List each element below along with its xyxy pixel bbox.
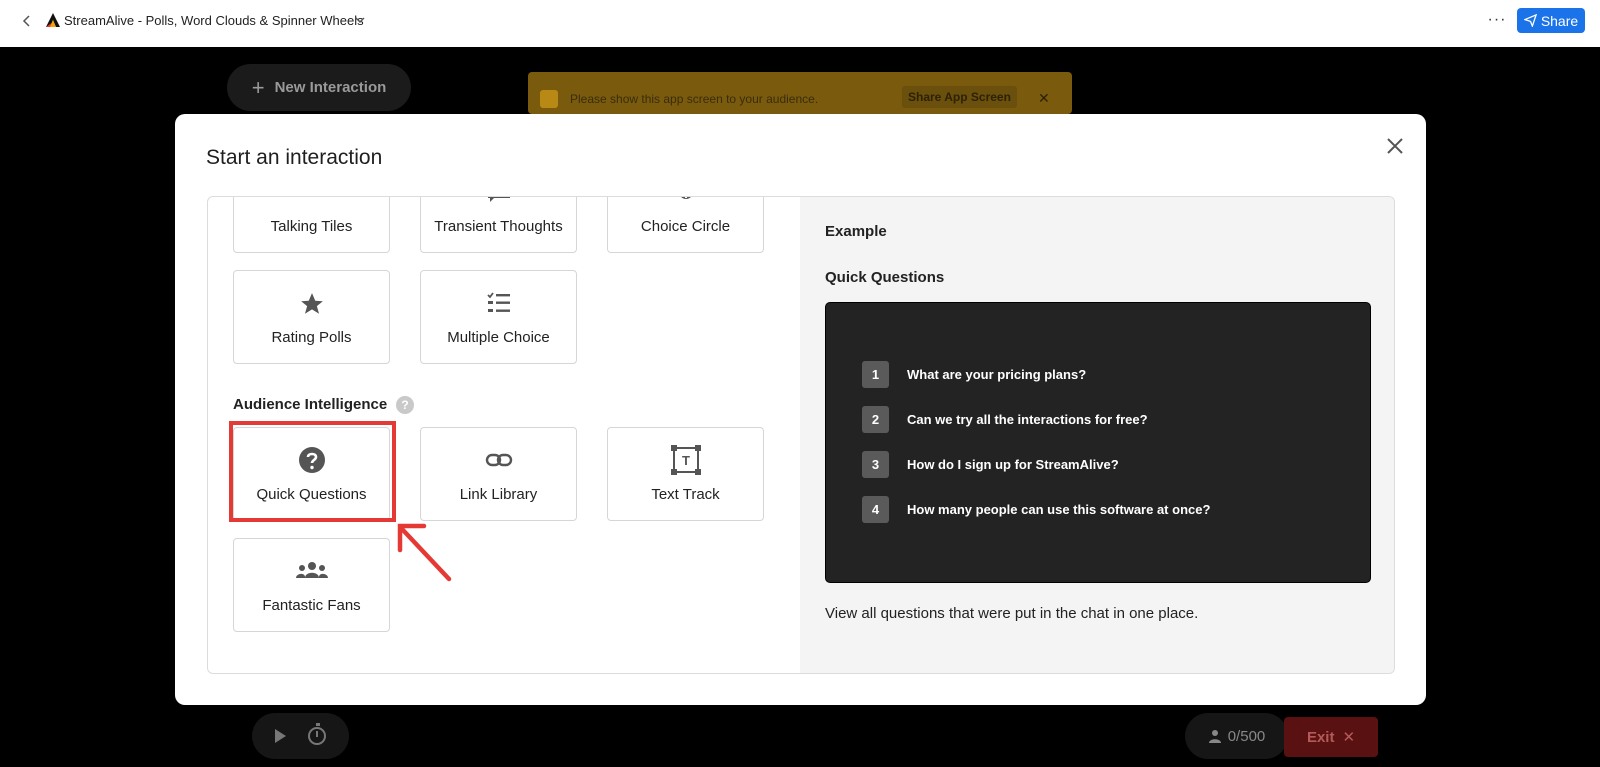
tile-rating-polls[interactable]: Rating Polls — [233, 270, 390, 364]
notice-text: Please show this app screen to your audi… — [570, 92, 819, 106]
tile-label: Multiple Choice — [447, 329, 550, 346]
browser-topbar: StreamAlive - Polls, Word Clouds & Spinn… — [0, 0, 1600, 47]
question-number: 4 — [862, 496, 889, 523]
back-chevron-icon[interactable] — [16, 10, 38, 32]
tile-choice-circle[interactable]: Choice Circle — [607, 197, 764, 253]
plus-icon: + — [251, 74, 265, 100]
tile-link-library[interactable]: Link Library — [420, 427, 577, 521]
tiles-icon — [234, 197, 389, 202]
audience-count-value: 0/500 — [1227, 727, 1266, 745]
question-number: 3 — [862, 451, 889, 478]
start-interaction-modal: Start an interaction Talking Tiles Trans… — [175, 114, 1426, 705]
new-interaction-label: New Interaction — [274, 79, 387, 96]
app-title: StreamAlive - Polls, Word Clouds & Spinn… — [64, 13, 364, 28]
close-icon[interactable] — [1383, 134, 1407, 158]
close-icon[interactable]: ✕ — [1038, 90, 1050, 107]
info-icon — [540, 90, 558, 108]
user-icon — [1208, 730, 1221, 743]
example-preview: Example Quick Questions 1 What are your … — [800, 197, 1394, 673]
share-app-screen-button[interactable]: Share App Screen — [902, 86, 1017, 108]
playback-controls — [252, 713, 349, 759]
list-item: 2 Can we try all the interactions for fr… — [862, 406, 1148, 433]
tile-transient-thoughts[interactable]: Transient Thoughts — [420, 197, 577, 253]
streamalive-logo-icon — [46, 13, 60, 27]
tile-label: Talking Tiles — [270, 218, 353, 235]
svg-text:T: T — [682, 453, 690, 468]
list-item: 3 How do I sign up for StreamAlive? — [862, 451, 1119, 478]
tile-label: Rating Polls — [271, 329, 352, 346]
example-card: 1 What are your pricing plans? 2 Can we … — [825, 302, 1371, 583]
notice-banner: Please show this app screen to your audi… — [528, 72, 1072, 114]
question-text: Can we try all the interactions for free… — [907, 412, 1148, 427]
tile-label: Text Track — [651, 486, 720, 503]
link-icon — [421, 448, 576, 472]
question-number: 2 — [862, 406, 889, 433]
audience-count: 0/500 — [1185, 713, 1288, 759]
circle-icon — [608, 197, 763, 200]
tile-multiple-choice[interactable]: Multiple Choice — [420, 270, 577, 364]
exit-label: Exit — [1306, 728, 1335, 746]
group-icon — [234, 561, 389, 579]
question-text: How do I sign up for StreamAlive? — [907, 457, 1119, 472]
tile-label: Link Library — [459, 486, 538, 503]
timer-icon[interactable] — [308, 723, 326, 745]
tile-text-track[interactable]: T Text Track — [607, 427, 764, 521]
share-button[interactable]: Share — [1517, 8, 1585, 33]
tile-label: Quick Questions — [256, 486, 367, 503]
question-text: What are your pricing plans? — [907, 367, 1087, 382]
tile-label: Fantastic Fans — [262, 597, 361, 614]
list-item: 1 What are your pricing plans? — [862, 361, 1086, 388]
tile-label: Transient Thoughts — [434, 218, 563, 235]
list-item: 4 How many people can use this software … — [862, 496, 1210, 523]
question-text: How many people can use this software at… — [907, 502, 1211, 517]
example-description: View all questions that were put in the … — [825, 605, 1199, 622]
example-heading: Example — [825, 223, 887, 240]
modal-title: Start an interaction — [206, 146, 383, 169]
example-subtitle: Quick Questions — [825, 269, 945, 286]
question-circle-icon — [234, 446, 389, 474]
help-icon[interactable]: ? — [396, 396, 414, 414]
tile-fantastic-fans[interactable]: Fantastic Fans — [233, 538, 390, 632]
interaction-list[interactable]: Talking Tiles Transient Thoughts Choice … — [208, 197, 800, 673]
interaction-panel: Talking Tiles Transient Thoughts Choice … — [207, 196, 1395, 674]
checklist-icon — [421, 291, 576, 315]
tile-quick-questions[interactable]: Quick Questions — [233, 427, 390, 521]
text-frame-icon: T — [608, 444, 763, 476]
question-number: 1 — [862, 361, 889, 388]
play-icon[interactable] — [275, 729, 286, 743]
chevron-down-icon[interactable] — [354, 14, 366, 26]
new-interaction-button[interactable]: + New Interaction — [227, 64, 411, 111]
chat-icon — [421, 197, 576, 202]
more-options-button[interactable]: ··· — [1486, 9, 1508, 31]
share-button-label: Share — [1540, 12, 1579, 29]
close-icon: ✕ — [1342, 729, 1356, 746]
exit-button[interactable]: Exit ✕ — [1284, 717, 1378, 757]
send-icon — [1523, 14, 1537, 27]
tile-talking-tiles[interactable]: Talking Tiles — [233, 197, 390, 253]
section-audience-intelligence: Audience Intelligence — [233, 396, 388, 413]
star-icon — [234, 291, 389, 317]
tile-label: Choice Circle — [640, 218, 731, 235]
